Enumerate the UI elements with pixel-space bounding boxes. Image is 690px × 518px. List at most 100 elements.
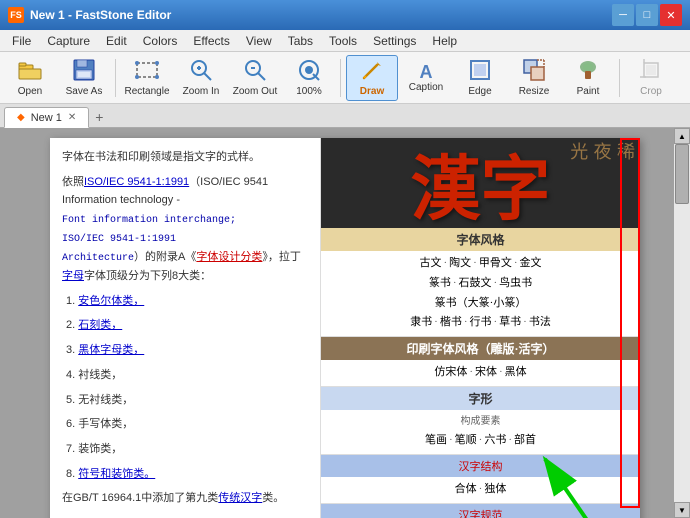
rectangle-button[interactable]: Rectangle	[121, 55, 173, 101]
toolbar-separator-3	[619, 59, 620, 97]
zoom-100-button[interactable]: 100%	[283, 55, 335, 101]
edge-icon	[469, 59, 491, 85]
scroll-track[interactable]	[674, 144, 690, 502]
save-as-button[interactable]: Save As	[58, 55, 110, 101]
text-fangsong[interactable]: 仿宋体	[434, 363, 467, 383]
text-zhuanshu[interactable]: 篆书	[429, 274, 451, 294]
text-bihua[interactable]: 笔画	[425, 431, 447, 451]
text-songti[interactable]: 宋体	[475, 363, 497, 383]
tab-new1[interactable]: ◆ New 1 ✕	[4, 107, 89, 128]
text-duti[interactable]: 独体	[484, 480, 506, 500]
doc-left-panel: 字体在书法和印刷领域是指文字的式样。 依照ISO/IEC 9541-1:1991…	[50, 138, 320, 518]
item3-link[interactable]: 黑体字母类，	[78, 344, 144, 356]
resize-icon	[523, 59, 545, 85]
paint-button[interactable]: Paint	[562, 55, 614, 101]
hanzi-main-char: 漢字	[411, 138, 551, 228]
menu-colors[interactable]: Colors	[135, 32, 186, 50]
item2-link[interactable]: 石刻类，	[78, 319, 122, 331]
text-taowun[interactable]: 陶文	[449, 254, 471, 274]
draw-button[interactable]: Draw	[346, 55, 398, 101]
title-bar: FS New 1 - FastStone Editor ─ □ ✕	[0, 0, 690, 30]
menu-help[interactable]: Help	[424, 32, 465, 50]
menu-tabs[interactable]: Tabs	[280, 32, 321, 50]
list-item-8: 8. 符号和装饰类。	[62, 465, 308, 484]
toolbar: Open Save As Rectangle	[0, 52, 690, 104]
zoom-out-button[interactable]: Zoom Out	[229, 55, 281, 101]
caption-button[interactable]: A Caption	[400, 55, 452, 101]
body-text: 依照ISO/IEC 9541-1:1991（ISO/IEC 9541 Infor…	[62, 173, 308, 286]
traditional-link[interactable]: 传统汉字	[218, 492, 262, 504]
open-button[interactable]: Open	[4, 55, 56, 101]
text-bushou[interactable]: 部首	[514, 431, 536, 451]
canvas-area[interactable]: 字体在书法和印刷领域是指文字的式样。 依照ISO/IEC 9541-1:1991…	[0, 128, 690, 518]
maximize-button[interactable]: □	[636, 4, 658, 26]
latin-link[interactable]: 字母	[62, 270, 84, 282]
list-item-5: 5. 无衬线类，	[62, 391, 308, 410]
zoom-100-label: 100%	[296, 86, 322, 97]
minimize-button[interactable]: ─	[612, 4, 634, 26]
menu-bar: File Capture Edit Colors Effects View Ta…	[0, 30, 690, 52]
text-bishun[interactable]: 笔顺	[455, 431, 477, 451]
list-item-3: 3. 黑体字母类，	[62, 341, 308, 360]
caption-icon: A	[420, 63, 433, 81]
tab-close-button[interactable]: ✕	[68, 112, 76, 123]
print-row-1: 仿宋体· 宋体· 黑体	[327, 363, 634, 383]
item1-link[interactable]: 安色尔体类，	[78, 295, 144, 307]
text-zhuanshu2[interactable]: 篆书（大篆·小篆）	[435, 294, 527, 314]
zoom-in-icon	[190, 59, 212, 85]
style-row-3: 篆书（大篆·小篆）	[327, 294, 634, 314]
scroll-thumb[interactable]	[675, 144, 689, 204]
rectangle-icon	[135, 59, 159, 85]
text-shiguwen[interactable]: 石鼓文	[459, 274, 492, 294]
style-content: 古文· 陶文· 甲骨文· 金文 篆书· 石鼓文· 鸟虫书 篆书（大篆·小篆）	[321, 251, 640, 336]
toolbar-separator-2	[340, 59, 341, 97]
font-design-link[interactable]: 字体设计分类	[196, 251, 262, 263]
constituent-content: 构成要素 笔画· 笔顺· 六书· 部首	[321, 410, 640, 454]
window-title: New 1 - FastStone Editor	[30, 8, 171, 22]
tab-modified-icon: ◆	[17, 112, 25, 123]
scroll-down-button[interactable]: ▼	[674, 502, 690, 518]
document: 字体在书法和印刷领域是指文字的式样。 依照ISO/IEC 9541-1:1991…	[50, 138, 640, 518]
scroll-up-button[interactable]: ▲	[674, 128, 690, 144]
text-lishu[interactable]: 隶书	[410, 313, 432, 333]
menu-effects[interactable]: Effects	[185, 32, 237, 50]
edge-button[interactable]: Edge	[454, 55, 506, 101]
menu-tools[interactable]: Tools	[321, 32, 365, 50]
text-heiti[interactable]: 黑体	[505, 363, 527, 383]
constituent-row: 笔画· 笔顺· 六书· 部首	[327, 431, 634, 451]
vertical-scrollbar[interactable]: ▲ ▼	[674, 128, 690, 518]
text-kaishu[interactable]: 楷书	[440, 313, 462, 333]
text-xingshu[interactable]: 行书	[470, 313, 492, 333]
resize-button[interactable]: Resize	[508, 55, 560, 101]
menu-settings[interactable]: Settings	[365, 32, 424, 50]
list-item-2: 2. 石刻类，	[62, 316, 308, 335]
main-content: 字体在书法和印刷领域是指文字的式样。 依照ISO/IEC 9541-1:1991…	[0, 128, 690, 518]
window-controls[interactable]: ─ □ ✕	[612, 4, 682, 26]
menu-view[interactable]: View	[238, 32, 280, 50]
tab-bar: ◆ New 1 ✕ +	[0, 104, 690, 128]
menu-capture[interactable]: Capture	[39, 32, 98, 50]
zoom-out-icon	[244, 59, 266, 85]
iso-link[interactable]: ISO/IEC 9541-1:1991	[84, 176, 189, 188]
menu-file[interactable]: File	[4, 32, 39, 50]
text-liushu[interactable]: 六书	[484, 431, 506, 451]
caption-label: Caption	[409, 82, 443, 93]
close-button[interactable]: ✕	[660, 4, 682, 26]
text-caoshu[interactable]: 草书	[499, 313, 521, 333]
text-shufa[interactable]: 书法	[529, 313, 551, 333]
text-jiaguwen[interactable]: 甲骨文	[479, 254, 512, 274]
text-heti[interactable]: 合体	[455, 480, 477, 500]
add-tab-button[interactable]: +	[89, 107, 109, 127]
text-niaochongshu[interactable]: 鸟虫书	[499, 274, 532, 294]
resize-label: Resize	[519, 86, 550, 97]
style-header: 字体风格	[321, 228, 640, 251]
text-guwen[interactable]: 古文	[419, 254, 441, 274]
menu-edit[interactable]: Edit	[98, 32, 135, 50]
list-item-1: 1. 安色尔体类，	[62, 292, 308, 311]
text-jinwen[interactable]: 金文	[520, 254, 542, 274]
zoom-in-button[interactable]: Zoom In	[175, 55, 227, 101]
crop-button[interactable]: Crop	[625, 55, 677, 101]
green-arrow	[530, 449, 610, 518]
crop-label: Crop	[640, 86, 662, 97]
item8-link[interactable]: 符号和装饰类。	[78, 468, 155, 480]
